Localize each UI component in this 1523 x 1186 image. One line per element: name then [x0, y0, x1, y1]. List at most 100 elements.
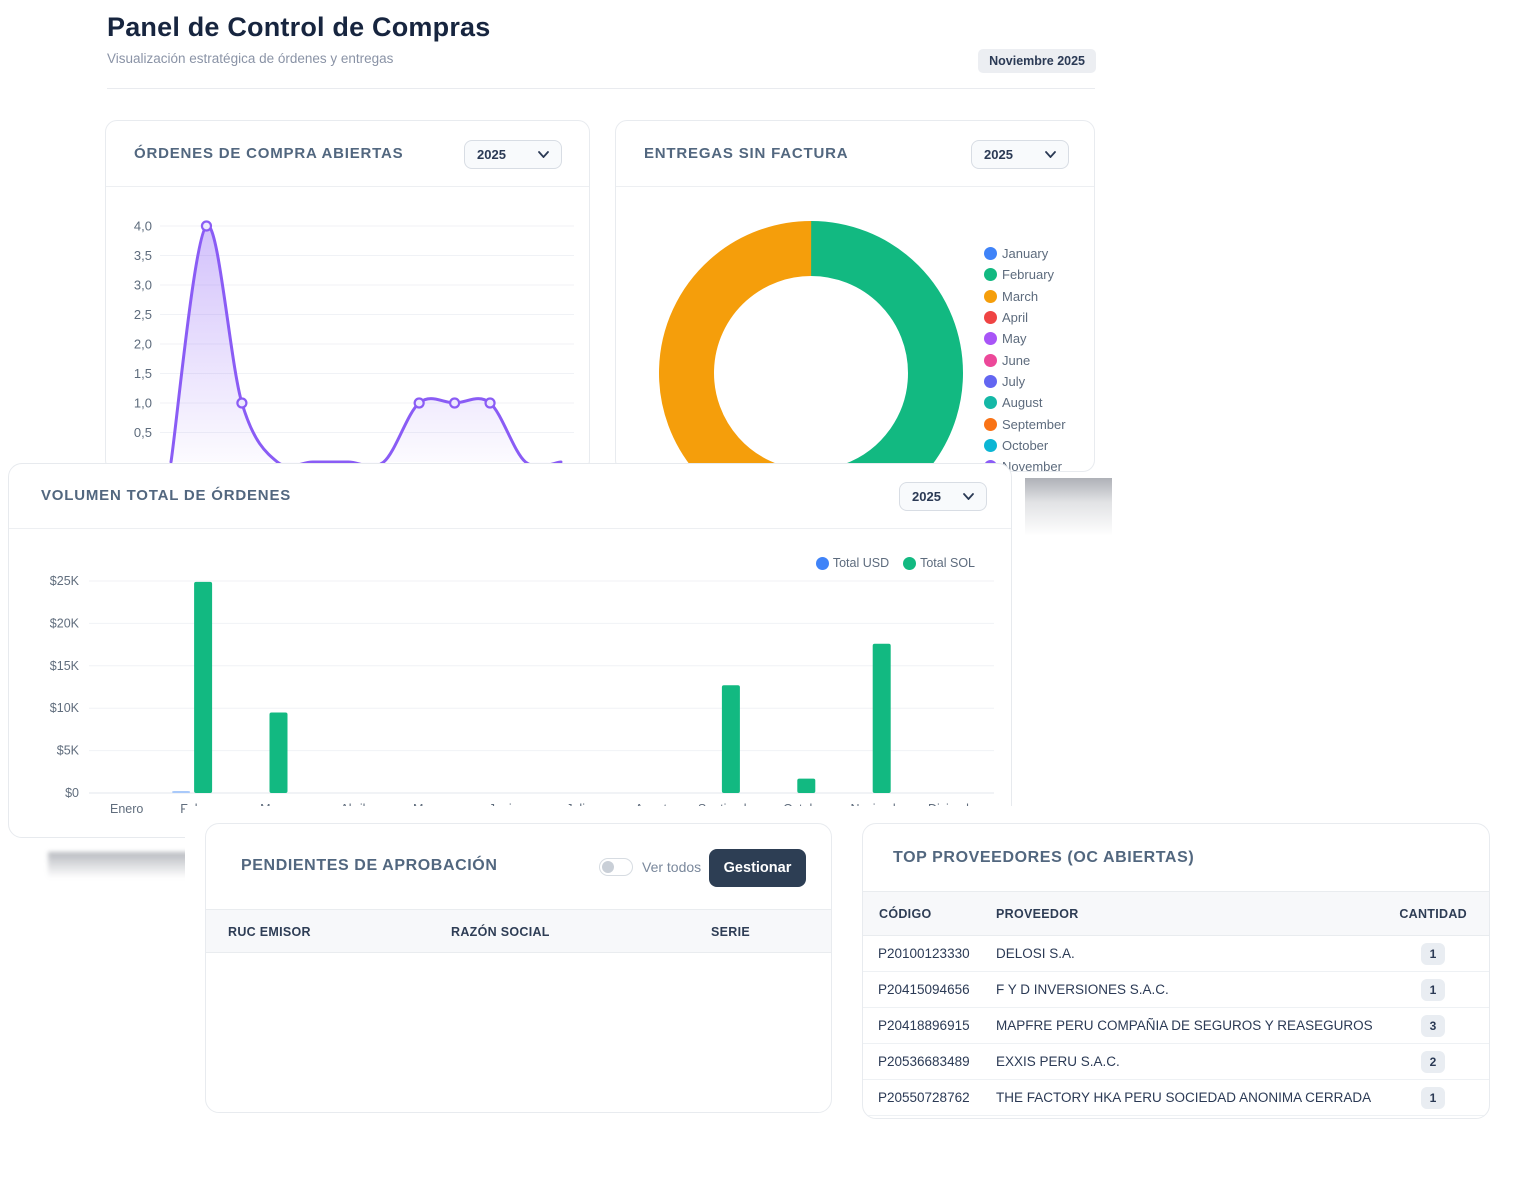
provider-code: P20100123330 — [878, 946, 970, 961]
legend-item-may[interactable]: May — [984, 328, 1066, 349]
provider-quantity-badge: 1 — [1421, 979, 1445, 1001]
bar-total-sol — [797, 779, 815, 793]
volume-bar-chart: $0$5K$10K$15K$20K$25KEneroFebreroMarzoAb… — [9, 464, 1012, 838]
gestionar-button[interactable]: Gestionar — [709, 849, 806, 887]
legend-label: Total USD — [833, 556, 889, 570]
line-data-point — [486, 399, 495, 408]
legend-item-march[interactable]: March — [984, 286, 1066, 307]
provider-code: P20418896915 — [878, 1018, 970, 1033]
line-data-point — [415, 399, 424, 408]
provider-table-row: P20536683489EXXIS PERU S.A.C.2 — [863, 1044, 1489, 1080]
y-tick-label: 1,0 — [134, 396, 152, 411]
legend-label: February — [1002, 267, 1054, 282]
open-orders-card: ÓRDENES DE COMPRA ABIERTAS 2025 4,0 3,5 3,… — [105, 120, 590, 472]
provider-name: DELOSI S.A. — [996, 946, 1075, 961]
chevron-down-icon — [538, 151, 549, 158]
open-orders-card-header: ÓRDENES DE COMPRA ABIERTAS 2025 — [106, 121, 589, 187]
deliveries-card-title: ENTREGAS SIN FACTURA — [644, 145, 848, 162]
legend-dot — [984, 354, 997, 367]
top-panel-shadow — [1025, 478, 1112, 536]
legend-dot — [984, 375, 997, 388]
provider-code: P20536683489 — [878, 1054, 970, 1069]
column-header-serie: SERIE — [711, 925, 750, 939]
deliveries-card: ENTREGAS SIN FACTURA 2025 January Februar… — [615, 120, 1095, 472]
provider-code: P20415094656 — [878, 982, 970, 997]
deliveries-card-header: ENTREGAS SIN FACTURA 2025 — [616, 121, 1094, 187]
provider-table-row: P20418896915 MAPFRE PERU COMPAÑIA DE SEGU… — [863, 1008, 1489, 1044]
legend-label: April — [1002, 310, 1028, 325]
top-providers-card: TOP PROVEEDORES (OC ABIERTAS) CÓDIGO PRO… — [862, 823, 1490, 1119]
legend-dot — [984, 247, 997, 260]
top-panel: Panel de Control de Compras Visualizació… — [90, 0, 1110, 478]
legend-item-april[interactable]: April — [984, 307, 1066, 328]
legend-item-august[interactable]: August — [984, 392, 1066, 413]
provider-code: P20550728762 — [878, 1090, 970, 1105]
legend-dot — [984, 418, 997, 431]
provider-name: MAPFRE PERU COMPAÑIA DE SEGUROS Y REASEG… — [996, 1018, 1373, 1033]
y-tick-label: 2,0 — [134, 337, 152, 352]
period-badge: Noviembre 2025 — [978, 49, 1096, 73]
provider-table-row: P20100123330DELOSI S.A.1 — [863, 936, 1489, 972]
legend-dot — [984, 396, 997, 409]
page-subtitle: Visualización estratégica de órdenes y e… — [107, 51, 393, 66]
bar-total-sol — [270, 712, 288, 793]
legend-label: Total SOL — [920, 556, 975, 570]
deliveries-year-dropdown[interactable]: 2025 — [971, 140, 1069, 169]
column-header-cantidad: CANTIDAD — [1399, 907, 1467, 921]
line-data-point — [237, 399, 246, 408]
provider-table-row: P20550728762THE FACTORY HKA PERU SOCIEDA… — [863, 1080, 1489, 1116]
legend-label: May — [1002, 331, 1027, 346]
legend-label: March — [1002, 289, 1038, 304]
legend-dot — [984, 290, 997, 303]
column-header-codigo: CÓDIGO — [879, 907, 932, 921]
header-divider — [107, 88, 1095, 89]
y-tick-label: 1,5 — [134, 366, 152, 381]
legend-label: January — [1002, 246, 1048, 261]
toggle-knob — [602, 861, 614, 873]
legend-label: July — [1002, 374, 1025, 389]
providers-table-body: P20100123330 DELOSI S.A. 1 P20415094656 F Y … — [863, 936, 1489, 1116]
legend-label: September — [1002, 417, 1066, 432]
y-tick-label: $5K — [57, 744, 80, 758]
provider-name: F Y D INVERSIONES S.A.C. — [996, 982, 1169, 997]
provider-quantity-badge: 1 — [1421, 1087, 1445, 1109]
open-orders-card-title: ÓRDENES DE COMPRA ABIERTAS — [134, 145, 403, 162]
ver-todos-toggle[interactable] — [599, 858, 633, 876]
legend-item-july[interactable]: July — [984, 371, 1066, 392]
deliveries-year-value: 2025 — [984, 147, 1013, 162]
open-orders-year-value: 2025 — [477, 147, 506, 162]
y-tick-label: $0 — [65, 786, 79, 800]
top-providers-title: TOP PROVEEDORES (OC ABIERTAS) — [893, 849, 1194, 867]
legend-item-january[interactable]: January — [984, 243, 1066, 264]
y-tick-label: $15K — [50, 659, 80, 673]
legend-item-february[interactable]: February — [984, 264, 1066, 285]
y-tick-label: $10K — [50, 701, 80, 715]
y-tick-label: $25K — [50, 574, 80, 588]
legend-item-september[interactable]: September — [984, 413, 1066, 434]
pending-approvals-title: PENDIENTES DE APROBACIÓN — [241, 857, 498, 875]
y-tick-label: 4,0 — [134, 219, 152, 234]
open-orders-line-chart: 4,03,53,02,52,01,51,00,5 — [106, 187, 590, 472]
legend-item-total-sol[interactable]: Total SOL — [903, 556, 975, 570]
pending-approvals-card: PENDIENTES DE APROBACIÓN Ver todos Gesti… — [205, 823, 832, 1113]
bar-total-sol — [722, 685, 740, 793]
chevron-down-icon — [1045, 151, 1056, 158]
y-tick-label: 3,5 — [134, 248, 152, 263]
line-data-point — [450, 399, 459, 408]
legend-dot — [984, 439, 997, 452]
provider-table-row: P20415094656 F Y D INVERSIONES S.A.C. 1 — [863, 972, 1489, 1008]
bar-total-usd — [172, 791, 190, 793]
deliveries-chart-legend: January February March April May June July Augu… — [984, 243, 1066, 472]
volume-chart-legend: Total USD Total SOL — [816, 556, 975, 570]
legend-label: June — [1002, 353, 1030, 368]
y-tick-label: 3,0 — [134, 278, 152, 293]
open-orders-year-dropdown[interactable]: 2025 — [464, 140, 562, 169]
providers-table-header: CÓDIGO PROVEEDOR CANTIDAD — [863, 891, 1489, 936]
legend-dot — [903, 557, 916, 570]
provider-quantity-badge: 2 — [1421, 1051, 1445, 1073]
bar-total-sol — [873, 644, 891, 793]
legend-item-total-usd[interactable]: Total USD — [816, 556, 889, 570]
legend-item-june[interactable]: June — [984, 349, 1066, 370]
legend-item-october[interactable]: October — [984, 435, 1066, 456]
column-header-ruc-emisor: RUC EMISOR — [228, 925, 311, 939]
